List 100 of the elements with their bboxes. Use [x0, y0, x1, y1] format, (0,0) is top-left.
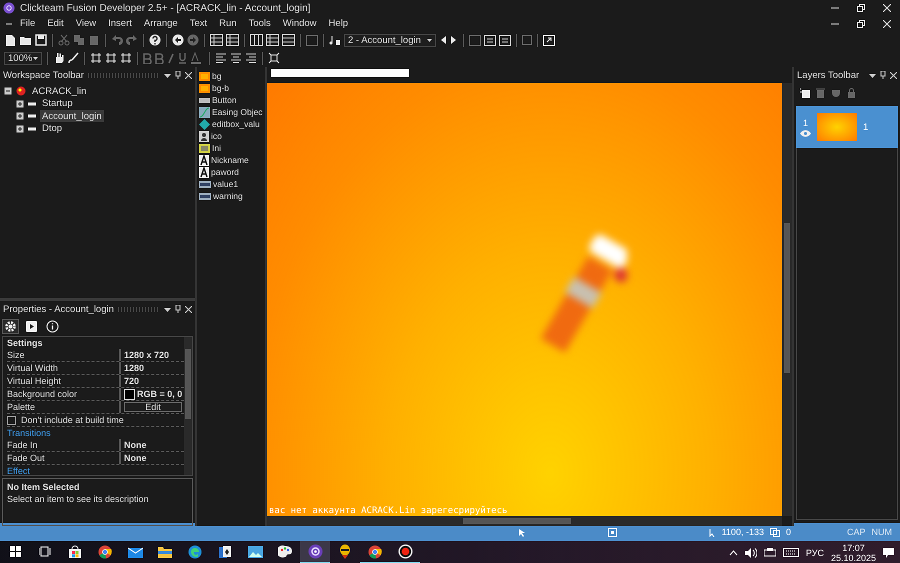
- object-item[interactable]: paword: [211, 167, 239, 177]
- menu-item[interactable]: Text: [184, 16, 214, 31]
- dropdown-arrow-icon[interactable]: [164, 306, 171, 312]
- checkbox[interactable]: [7, 416, 16, 424]
- restore-icon[interactable]: [857, 4, 865, 12]
- info-tab[interactable]: [44, 319, 61, 334]
- color-swatch[interactable]: [124, 388, 135, 400]
- windows-logo-icon[interactable]: [10, 546, 20, 557]
- export-icon[interactable]: [543, 34, 555, 46]
- redo-icon[interactable]: [126, 34, 138, 46]
- menu-item[interactable]: View: [70, 16, 102, 31]
- tree-item[interactable]: Dtop: [40, 122, 64, 135]
- chrome-icon[interactable]: [368, 544, 382, 558]
- snap-grid-icon[interactable]: [120, 52, 132, 64]
- help-icon[interactable]: [149, 34, 161, 46]
- task-view-icon[interactable]: [39, 546, 51, 557]
- square-icon[interactable]: [522, 35, 532, 45]
- window-list-icon[interactable]: [484, 34, 496, 46]
- next-frame-icon[interactable]: [450, 35, 458, 45]
- back-arrow-icon[interactable]: [172, 34, 184, 46]
- undo-icon[interactable]: [111, 34, 123, 46]
- restore-icon[interactable]: [857, 20, 865, 28]
- grid-view-icon[interactable]: [266, 34, 279, 46]
- music-note-icon[interactable]: [329, 34, 341, 46]
- window-icon[interactable]: [306, 34, 318, 46]
- pin-icon[interactable]: [880, 71, 886, 79]
- play-tab[interactable]: [23, 319, 40, 334]
- tree-item[interactable]: ACRACK_lin: [30, 85, 88, 98]
- trash-icon[interactable]: [816, 88, 825, 98]
- copy-icon[interactable]: [73, 34, 85, 46]
- dropdown-arrow-icon[interactable]: [869, 72, 876, 78]
- scrollbar[interactable]: [184, 337, 192, 475]
- grid-view-icon[interactable]: [226, 34, 239, 46]
- align-center-icon[interactable]: [230, 53, 242, 63]
- envelope-icon[interactable]: [128, 546, 142, 558]
- dropdown-arrow-icon[interactable]: [164, 72, 171, 78]
- scrollbar[interactable]: [782, 83, 792, 516]
- hand-icon[interactable]: [53, 52, 64, 64]
- notifications-icon[interactable]: [883, 548, 894, 558]
- rows-view-icon[interactable]: [282, 34, 295, 46]
- pin-icon[interactable]: [175, 305, 181, 313]
- playing-cards-icon[interactable]: [218, 544, 232, 558]
- menu-item[interactable]: Tools: [242, 16, 277, 31]
- speaker-icon[interactable]: [744, 548, 757, 558]
- mask-icon[interactable]: [831, 88, 841, 98]
- object-item[interactable]: Ini: [212, 143, 221, 153]
- edge-icon[interactable]: [188, 544, 202, 558]
- object-item[interactable]: Button: [212, 95, 237, 105]
- grid-view-icon[interactable]: [210, 34, 223, 46]
- close-icon[interactable]: [185, 72, 192, 78]
- clock[interactable]: 17:07 25.10.2025: [830, 542, 876, 562]
- zoom-dropdown[interactable]: 100%: [4, 52, 42, 64]
- new-file-icon[interactable]: [4, 34, 16, 46]
- close-icon[interactable]: [883, 20, 891, 28]
- snap-grid-icon[interactable]: [105, 52, 117, 64]
- folder-icon[interactable]: [158, 546, 172, 558]
- object-item[interactable]: bg: [212, 71, 222, 81]
- object-item[interactable]: value1: [213, 179, 238, 189]
- columns-view-icon[interactable]: [250, 34, 263, 46]
- object-item[interactable]: warning: [213, 191, 243, 201]
- chevron-up-icon[interactable]: [728, 550, 738, 556]
- pin-icon[interactable]: [175, 71, 181, 79]
- lock-icon[interactable]: [847, 88, 856, 98]
- bold-icon[interactable]: [155, 52, 164, 64]
- object-item[interactable]: Nickname: [211, 155, 249, 165]
- taskbar-app[interactable]: [300, 541, 330, 563]
- collapse-box-icon[interactable]: [4, 87, 12, 96]
- open-folder-icon[interactable]: [19, 34, 32, 46]
- close-icon[interactable]: [890, 72, 897, 78]
- menu-item[interactable]: Window: [276, 16, 323, 31]
- scrollbar[interactable]: [267, 516, 782, 526]
- eye-icon[interactable]: [800, 130, 811, 136]
- chrome-icon[interactable]: [98, 544, 112, 558]
- menu-item[interactable]: Insert: [102, 16, 138, 31]
- expand-box-icon[interactable]: [16, 112, 24, 120]
- tree-item[interactable]: Startup: [40, 98, 75, 110]
- align-right-icon[interactable]: [245, 53, 257, 63]
- save-icon[interactable]: [35, 34, 47, 46]
- previous-frame-icon[interactable]: [439, 35, 447, 45]
- object-item[interactable]: editbox_valu: [212, 119, 260, 129]
- font-color-icon[interactable]: [190, 52, 204, 64]
- menu-item[interactable]: Run: [213, 16, 243, 31]
- object-item[interactable]: bg-b: [212, 83, 230, 93]
- brush-icon[interactable]: [67, 52, 79, 64]
- new-layer-icon[interactable]: [800, 88, 810, 98]
- expand-box-icon[interactable]: [16, 124, 24, 133]
- picture-icon[interactable]: [248, 546, 262, 558]
- close-icon[interactable]: [185, 306, 192, 312]
- snap-grid-icon[interactable]: [90, 52, 102, 64]
- record-icon[interactable]: [398, 544, 412, 559]
- menu-item[interactable]: Help: [322, 16, 354, 31]
- frame-dropdown[interactable]: 2 - Account_login: [344, 34, 436, 46]
- close-icon[interactable]: [883, 4, 891, 12]
- bold-icon[interactable]: [143, 52, 152, 64]
- fit-frame-icon[interactable]: [268, 52, 280, 64]
- gear-tab[interactable]: [2, 319, 19, 334]
- italic-icon[interactable]: [167, 52, 175, 64]
- keyboard-icon[interactable]: [782, 548, 799, 557]
- underline-icon[interactable]: [178, 52, 187, 64]
- window-list-icon[interactable]: [499, 34, 511, 46]
